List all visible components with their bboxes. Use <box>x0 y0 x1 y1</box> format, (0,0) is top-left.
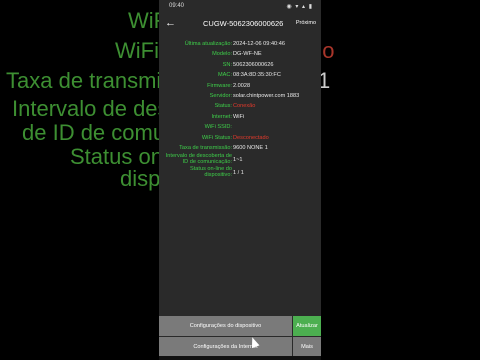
info-row: SN: 5062306000626 <box>159 61 321 71</box>
update-button[interactable]: Atualizar <box>293 316 321 336</box>
info-value: Conexão <box>233 103 256 110</box>
info-row: Firmware: 2.0028 <box>159 82 321 92</box>
info-row: Internet: WiFi <box>159 113 321 123</box>
info-row: MAC: 08:3A:8D:35:30:FC <box>159 71 321 81</box>
info-value: solar.chintpower.com 1883 <box>233 92 300 99</box>
info-row: WiFi Status: Desconectado <box>159 134 321 144</box>
info-row: Status: Conexão <box>159 102 321 112</box>
device-info-list: Última atualização: 2024-12-06 09:40:46 Mo… <box>159 40 321 180</box>
info-label: Firmware: <box>207 82 232 89</box>
info-row: WiFi SSID: <box>159 123 321 133</box>
status-icons: ◉ ▾ ▴ ▮ <box>286 4 313 10</box>
status-time: 09:40 <box>169 3 185 9</box>
info-label: MAC: <box>218 72 232 79</box>
info-value: DG-WF-NE <box>233 51 262 58</box>
info-value: 08:3A:8D:35:30:FC <box>233 72 281 79</box>
button-row-bottom: Configurações da Internet Mais <box>159 337 321 357</box>
info-label: Última atualização: <box>184 41 232 47</box>
info-row: Servidor: solar.chintpower.com 1883 <box>159 92 321 102</box>
info-value: 2.0028 <box>233 82 251 89</box>
info-label: Status on-line do dispositivo: <box>190 166 232 178</box>
info-value: 5062306000626 <box>233 61 274 68</box>
back-arrow-icon[interactable]: ← <box>165 17 176 29</box>
page-title: CUGW-5062306000626 <box>203 19 284 28</box>
info-label: SN: <box>222 61 232 68</box>
info-value: 1 / 1 <box>233 170 244 177</box>
next-button[interactable]: Próximo <box>296 20 316 26</box>
nav-bar <box>159 356 321 360</box>
phone-screen: 09:40 ◉ ▾ ▴ ▮ ← CUGW-5062306000626 Próxi… <box>159 0 321 360</box>
info-label: Intervalo de descoberta de ID de comunic… <box>165 153 232 165</box>
bg-text-taxa: Taxa de transmis <box>6 68 173 93</box>
info-label: Status: <box>214 103 232 110</box>
button-row-top: Configurações do dispositivo Atualizar <box>159 316 321 336</box>
info-label: Internet: <box>211 113 232 120</box>
info-label: WiFi SSID: <box>204 124 232 131</box>
info-value: 9600 NONE 1 <box>233 144 268 151</box>
info-row: Última atualização: 2024-12-06 09:40:46 <box>159 40 321 50</box>
info-label: Taxa de transmissão: <box>179 144 232 151</box>
more-button[interactable]: Mais <box>293 337 321 357</box>
info-value: Desconectado <box>233 134 269 141</box>
info-label: WiFi Status: <box>201 134 232 141</box>
info-label: Modelo: <box>212 51 232 58</box>
app-bar: ← CUGW-5062306000626 Próximo <box>159 14 321 34</box>
info-value: 1~1 <box>233 157 243 164</box>
info-row: Modelo: DG-WF-NE <box>159 50 321 60</box>
status-bar: 09:40 ◉ ▾ ▴ ▮ <box>159 0 321 14</box>
info-value: 2024-12-06 09:40:46 <box>233 41 285 47</box>
info-row: Intervalo de descoberta de ID de comunic… <box>159 153 321 167</box>
internet-config-button[interactable]: Configurações da Internet <box>159 337 292 357</box>
info-row: Status on-line do dispositivo: 1 / 1 <box>159 166 321 180</box>
info-label: Servidor: <box>209 92 232 99</box>
device-config-button[interactable]: Configurações do dispositivo <box>159 316 292 336</box>
info-value: WiFi <box>233 113 245 120</box>
